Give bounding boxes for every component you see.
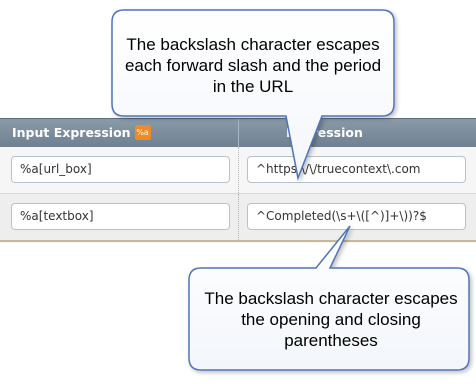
top-callout-text: The backslash character escapes each for… (124, 35, 382, 96)
screenshot-stage: Input Expression %a Expression %a[url_box… (0, 0, 476, 384)
bottom-callout-text: The backslash character escapes the open… (204, 289, 458, 350)
